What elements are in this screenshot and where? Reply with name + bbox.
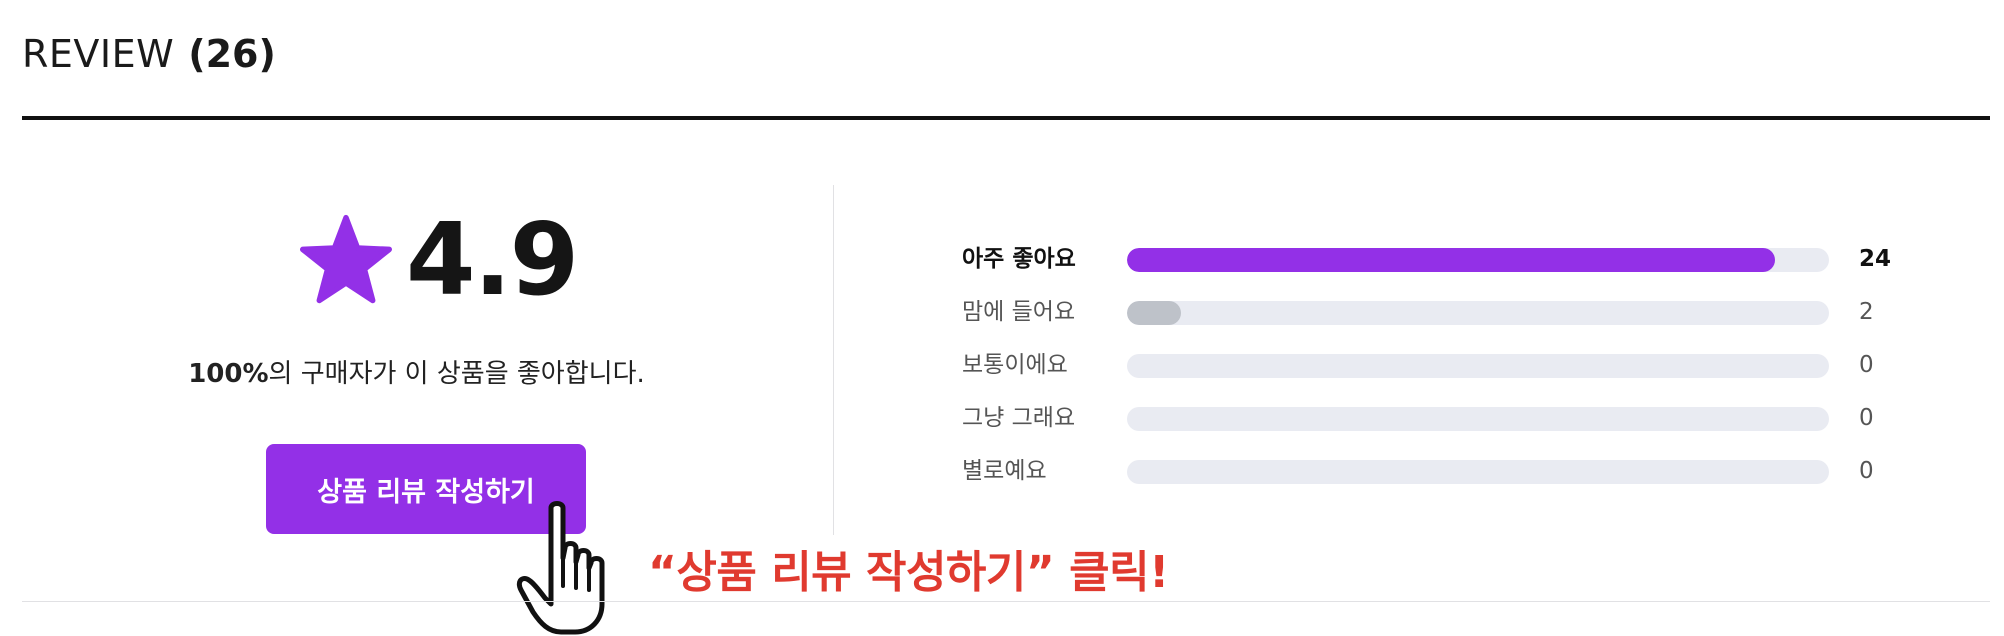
rating-label: 아주 좋아요 — [962, 246, 1076, 272]
rating-bar-track — [1127, 354, 1829, 378]
rating-count: 0 — [1859, 458, 1874, 484]
star-icon — [300, 214, 392, 304]
pointer-hand-icon — [516, 501, 605, 635]
rating-count: 0 — [1859, 352, 1874, 378]
rating-row: 아주 좋아요 24 — [962, 244, 1892, 274]
rating-bar-fill — [1127, 248, 1775, 272]
rating-row: 그냥 그래요 0 — [962, 403, 1892, 433]
score-value: 4.9 — [406, 201, 579, 318]
average-score: 4.9 — [300, 201, 579, 318]
rating-bar-track — [1127, 460, 1829, 484]
rating-row: 보통이에요 0 — [962, 350, 1892, 380]
rating-row: 맘에 들어요 2 — [962, 297, 1892, 327]
header-divider — [22, 116, 1990, 120]
rating-label: 맘에 들어요 — [962, 299, 1076, 325]
review-header: REVIEW (26) — [22, 30, 276, 78]
rating-label: 보통이에요 — [962, 352, 1068, 378]
satisfaction-percent: 100% — [188, 359, 269, 389]
rating-bar-fill — [1127, 301, 1181, 325]
rating-count: 2 — [1859, 299, 1874, 325]
satisfaction-text: 100%의 구매자가 이 상품을 좋아합니다. — [0, 353, 833, 390]
satisfaction-label: 의 구매자가 이 상품을 좋아합니다. — [268, 359, 645, 389]
section-divider — [833, 185, 834, 535]
rating-row: 별로예요 0 — [962, 456, 1892, 486]
review-count: (26) — [188, 32, 276, 76]
rating-bar-track — [1127, 248, 1829, 272]
bottom-divider — [22, 601, 1990, 602]
rating-count: 0 — [1859, 405, 1874, 431]
review-title: REVIEW — [22, 32, 175, 76]
rating-label: 그냥 그래요 — [962, 405, 1076, 431]
click-callout: “상품 리뷰 작성하기” 클릭! — [648, 547, 1169, 598]
rating-count: 24 — [1859, 246, 1892, 272]
rating-label: 별로예요 — [962, 458, 1047, 484]
rating-bar-track — [1127, 407, 1829, 431]
rating-bar-track — [1127, 301, 1829, 325]
